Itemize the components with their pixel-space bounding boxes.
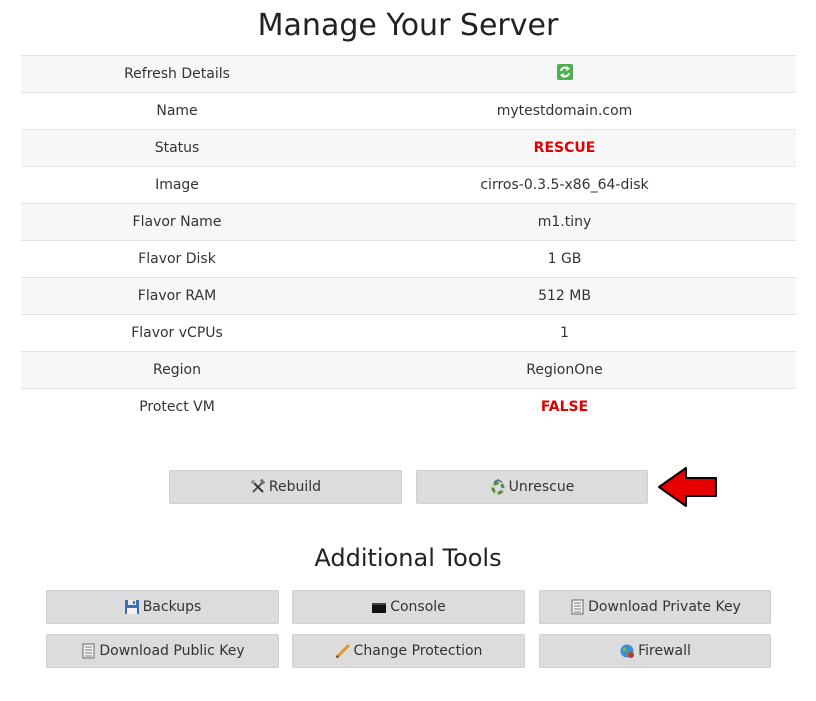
floppy-disk-icon — [124, 599, 140, 615]
flavor-ram-value: 512 MB — [333, 277, 796, 315]
rebuild-button[interactable]: Rebuild — [169, 470, 402, 504]
name-label: Name — [21, 92, 333, 130]
download-public-key-button[interactable]: Download Public Key — [46, 634, 279, 668]
table-row: Flavor RAM 512 MB — [21, 277, 796, 315]
protect-vm-label: Protect VM — [21, 388, 333, 426]
flavor-ram-label: Flavor RAM — [21, 277, 333, 315]
console-button[interactable]: Console — [292, 590, 525, 624]
globe-icon — [619, 643, 635, 659]
region-value: RegionOne — [333, 351, 796, 389]
rebuild-label: Rebuild — [268, 479, 322, 495]
firewall-label: Firewall — [638, 643, 691, 659]
table-row: Protect VM FALSE — [21, 388, 796, 426]
pencil-icon — [335, 643, 351, 659]
table-row: Flavor Name m1.tiny — [21, 203, 796, 241]
unrescue-label: Unrescue — [508, 479, 575, 495]
refresh-details-label: Refresh Details — [21, 55, 333, 93]
change-protection-button[interactable]: Change Protection — [292, 634, 525, 668]
flavor-name-label: Flavor Name — [21, 203, 333, 241]
image-label: Image — [21, 166, 333, 204]
status-label: Status — [21, 129, 333, 167]
region-label: Region — [21, 351, 333, 389]
tools-icon — [250, 478, 266, 495]
terminal-icon — [371, 599, 387, 615]
additional-tools-title: Additional Tools — [314, 544, 502, 572]
table-row: Image cirros-0.3.5-x86_64-disk — [21, 166, 796, 204]
flavor-disk-label: Flavor Disk — [21, 240, 333, 278]
table-row: Flavor vCPUs 1 — [21, 314, 796, 352]
name-value: mytestdomain.com — [333, 92, 796, 130]
status-value: RESCUE — [333, 129, 796, 167]
flavor-vcpus-label: Flavor vCPUs — [21, 314, 333, 352]
image-value: cirros-0.3.5-x86_64-disk — [333, 166, 796, 204]
unrescue-button[interactable]: Unrescue — [416, 470, 648, 504]
console-label: Console — [390, 599, 446, 615]
download-private-key-button[interactable]: Download Private Key — [539, 590, 771, 624]
flavor-name-value: m1.tiny — [333, 203, 796, 241]
table-row: Name mytestdomain.com — [21, 92, 796, 130]
change-protection-label: Change Protection — [353, 643, 483, 659]
flavor-vcpus-value: 1 — [333, 314, 796, 352]
flavor-disk-value: 1 GB — [333, 240, 796, 278]
table-row: Flavor Disk 1 GB — [21, 240, 796, 278]
lifebuoy-icon — [490, 479, 506, 495]
download-private-key-label: Download Private Key — [588, 599, 741, 615]
table-row: Refresh Details — [21, 55, 796, 93]
firewall-button[interactable]: Firewall — [539, 634, 771, 668]
table-row: Region RegionOne — [21, 351, 796, 389]
protect-vm-value: FALSE — [333, 388, 796, 426]
refresh-icon[interactable] — [556, 63, 574, 85]
left-arrow-icon — [656, 465, 720, 513]
table-row: Status RESCUE — [21, 129, 796, 167]
document-icon — [80, 643, 96, 659]
document-icon — [569, 599, 585, 615]
server-details-table: Refresh Details Name mytestdomain.com St… — [21, 55, 796, 426]
backups-button[interactable]: Backups — [46, 590, 279, 624]
download-public-key-label: Download Public Key — [99, 643, 245, 659]
page-title: Manage Your Server — [257, 8, 559, 43]
backups-label: Backups — [142, 599, 202, 615]
